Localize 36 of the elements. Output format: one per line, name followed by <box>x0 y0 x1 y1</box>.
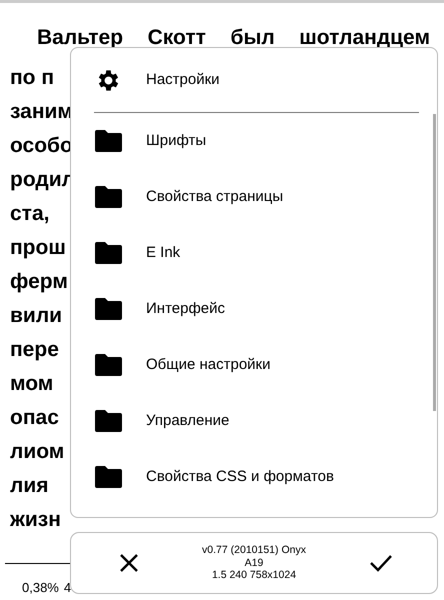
text-line: мом <box>10 371 54 397</box>
settings-item[interactable]: Настройки <box>71 48 430 112</box>
text-line: по п <box>10 65 54 91</box>
text-line: жизн <box>10 507 61 533</box>
text-line: прош <box>10 235 66 261</box>
text-line: ста, <box>10 201 50 227</box>
folder-icon <box>95 242 122 264</box>
menu-item[interactable]: Интерфейс <box>71 281 430 337</box>
menu-item[interactable]: Свойства страницы <box>71 169 430 225</box>
menu-item[interactable]: E Ink <box>71 225 430 281</box>
folder-icon <box>95 298 122 320</box>
version-text: v0.77 (2010151) Onyx <box>202 544 306 557</box>
menu-item[interactable]: Управление <box>71 393 430 449</box>
text-line: вили <box>10 303 62 329</box>
page-number: 4 <box>64 579 72 597</box>
close-button[interactable] <box>119 553 139 573</box>
menu-item[interactable]: Шрифты <box>71 113 430 169</box>
text-line: ферм <box>10 269 68 295</box>
folder-icon <box>95 186 122 208</box>
version-text: A19 <box>244 556 264 570</box>
text-line: заним <box>10 99 73 125</box>
menu-item[interactable]: Общие настройки <box>71 337 430 393</box>
progress-percent: 0,38% <box>22 579 59 597</box>
version-text: 1.5 240 758x1024 <box>212 569 296 582</box>
text-line: лиом <box>10 439 64 465</box>
text-line: Вальтер Скотт был шотландцем <box>37 25 430 51</box>
text-line: лия <box>10 473 49 499</box>
folder-icon <box>95 130 122 152</box>
text-line: особо <box>10 133 73 159</box>
text-line: опас <box>10 405 59 431</box>
folder-icon <box>95 354 122 376</box>
menu-item[interactable]: Свойства CSS и форматов <box>71 449 430 505</box>
folder-icon <box>95 410 122 432</box>
folder-icon <box>95 466 122 488</box>
confirm-button[interactable] <box>369 553 393 573</box>
text-line: пере <box>10 337 59 363</box>
